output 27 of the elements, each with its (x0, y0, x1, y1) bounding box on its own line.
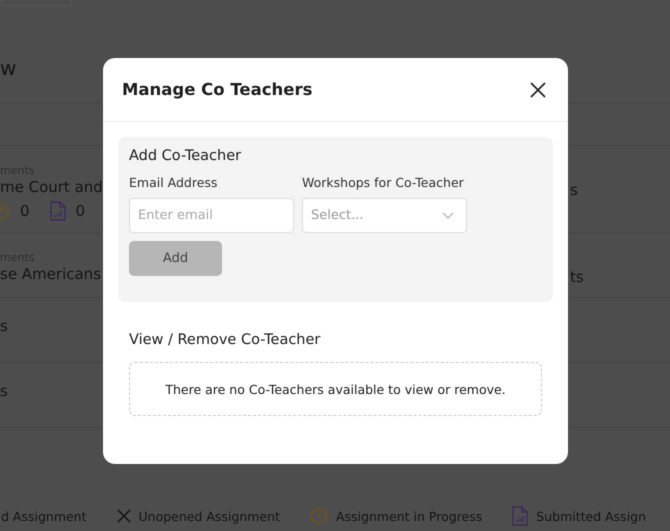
stat-count: 0 (20, 202, 30, 220)
field-label: Email Address (129, 175, 218, 190)
workshops-dropdown[interactable]: Select... (302, 198, 467, 233)
legend-label: Submitted Assign (536, 508, 646, 524)
legend-label: Unopened Assignment (138, 508, 280, 524)
field-label: Workshops for Co-Teacher (302, 175, 465, 190)
close-button[interactable] (530, 82, 546, 98)
section-title: View / Remove Co-Teacher (129, 332, 322, 348)
stat-count: 0 (76, 202, 86, 220)
assignment-title: s (0, 316, 8, 336)
legend-label: Assignment in Progress (336, 508, 482, 524)
modal-title: Manage Co Teachers (122, 80, 312, 99)
row-text: ts (570, 268, 584, 286)
row-text: s (570, 181, 578, 199)
assignment-title: s (0, 381, 8, 401)
page-heading: w (0, 56, 16, 80)
assignment-title: se Americans (0, 264, 102, 284)
section-title: Add Co-Teacher (129, 148, 242, 164)
assignment-title: me Court and (0, 177, 103, 197)
x-icon (116, 509, 131, 523)
clock-icon (310, 507, 328, 525)
document-chart-icon (512, 506, 528, 526)
empty-message: There are no Co-Teachers available to view or remove. (165, 382, 506, 396)
document-chart-icon (50, 201, 66, 221)
legend-label: d Assignment (1, 508, 87, 524)
email-field[interactable]: Enter email (129, 198, 294, 233)
chevron-down-icon (442, 212, 454, 220)
